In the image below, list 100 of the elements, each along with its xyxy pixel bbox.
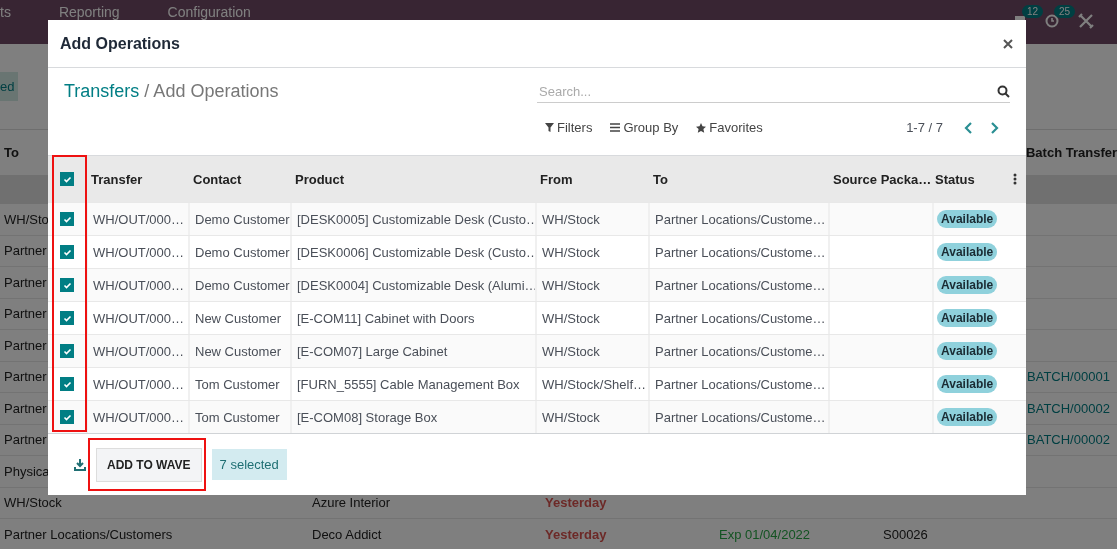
checkmark-icon (62, 412, 72, 422)
table-cell: Partner (4, 306, 47, 322)
checkmark-icon (62, 379, 72, 389)
filter-icon (545, 123, 554, 132)
table-cell: New Customer (195, 343, 281, 359)
checkbox[interactable] (60, 278, 74, 292)
status-badge: Available (937, 309, 998, 327)
checkbox[interactable] (60, 311, 74, 325)
selection-count: 7 selected (211, 449, 287, 480)
breadcrumb-link[interactable]: Transfers (64, 81, 140, 101)
table-cell: Partner Locations/Custome… (655, 343, 826, 359)
status-badge: Available (937, 276, 998, 294)
tools-icon[interactable] (1077, 12, 1095, 30)
column-header[interactable]: Source Packa… (833, 171, 932, 187)
table-cell: Deco Addict (312, 526, 382, 542)
search-field[interactable]: Search... (537, 83, 997, 99)
table-cell: Partner (4, 432, 47, 448)
pager-value: 1-7 / 7 (906, 120, 943, 135)
close-icon[interactable] (1003, 38, 1013, 49)
table-cell: [DESK0005] Customizable Desk (Custo… (297, 211, 535, 227)
filter-menu-button[interactable]: Filters (545, 118, 593, 137)
table-cell: WH/Stock (542, 277, 600, 293)
breadcrumb: Transfers / Add Operations (64, 81, 279, 101)
table-cell: [E-COM08] Storage Box (297, 409, 438, 425)
clock-icon[interactable] (1045, 14, 1059, 28)
table-cell: [DESK0004] Customizable Desk (Alumi… (297, 277, 535, 293)
table-cell: BATCH/00001 (1027, 369, 1110, 385)
menu-item[interactable]: ts (0, 4, 11, 20)
table-cell: WH/Stock (542, 211, 600, 227)
table-cell: WH/OUT/000… (93, 376, 184, 392)
checkmark-icon (62, 247, 72, 257)
column-header[interactable]: Product (295, 171, 345, 187)
table-cell: WH/OUT/000… (93, 343, 184, 359)
checkbox[interactable] (60, 172, 74, 186)
table-cell: BATCH/00002 (1027, 400, 1110, 416)
table-cell: BATCH/00002 (1027, 432, 1110, 448)
checkbox[interactable] (60, 245, 74, 259)
checkbox[interactable] (60, 344, 74, 358)
table-cell: Demo Customer (195, 211, 290, 227)
checkmark-icon (62, 280, 72, 290)
table-cell: Partner (4, 243, 47, 259)
table-cell: Partner Locations/Custome… (655, 376, 826, 392)
table-cell: WH/OUT/000… (93, 310, 184, 326)
table-cell: Partner (4, 400, 47, 416)
previous-icon[interactable] (963, 121, 973, 134)
table-cell: WH/Stock/Shelf… (542, 376, 647, 392)
column-header[interactable]: Transfer (91, 171, 143, 187)
status-badge: Available (937, 243, 998, 261)
table-cell: Partner (4, 369, 47, 385)
table-cell: WH/OUT/000… (93, 244, 184, 260)
table-cell: [DESK0006] Customizable Desk (Custo… (297, 244, 535, 260)
table-cell: WH/Stock (542, 409, 600, 425)
filter-menu-button[interactable]: Favorites (696, 118, 763, 137)
next-icon[interactable] (990, 121, 1000, 134)
table-cell: Demo Customer (195, 277, 290, 293)
filter-menu-button[interactable]: Group By (610, 118, 679, 137)
menu-item[interactable]: Configuration (167, 4, 251, 20)
table-cell: Partner Locations/Custome… (655, 211, 826, 227)
table-cell: Partner (4, 337, 47, 353)
table-cell: New Customer (195, 310, 281, 326)
table-cell: [E-COM11] Cabinet with Doors (297, 310, 475, 326)
checkmark-icon (62, 214, 72, 224)
table-cell: [E-COM07] Large Cabinet (297, 343, 448, 359)
add-to-wave-button[interactable]: ADD TO WAVE (96, 447, 202, 482)
table-cell: Partner Locations/Custome… (655, 409, 826, 425)
column-header[interactable]: To (653, 171, 668, 187)
column-header[interactable]: From (540, 171, 573, 187)
checkbox[interactable] (60, 377, 74, 391)
table-cell: Yesterday (545, 526, 607, 542)
menu-item[interactable]: Reporting (58, 4, 120, 20)
table-cell: Demo Customer (195, 244, 290, 260)
table-cell: Partner Locations/Custome… (655, 310, 826, 326)
column-header[interactable]: Batch Transfer (1025, 145, 1117, 160)
checkmark-icon (62, 346, 72, 356)
dialog-title: Add Operations (60, 34, 180, 53)
column-header[interactable]: Contact (193, 171, 242, 187)
checkbox[interactable] (60, 212, 74, 226)
table-cell: WH/OUT/000… (93, 211, 184, 227)
status-badge: Available (937, 210, 998, 228)
menu-icon (610, 123, 621, 132)
notification-badge: 12 (1022, 5, 1044, 18)
notification-badge: 25 (1054, 5, 1076, 18)
table-cell: WH/Stock (542, 310, 600, 326)
column-header[interactable]: Status (935, 171, 975, 187)
table-cell: [FURN_5555] Cable Management Box (297, 376, 520, 392)
search-icon[interactable] (997, 84, 1010, 98)
table-cell: Physica (4, 463, 50, 479)
checkmark-icon (62, 174, 72, 184)
table-cell: Exp 01/04/2022 (719, 526, 811, 542)
table-cell: WH/OUT/000… (93, 409, 184, 425)
table-cell: Partner Locations/Customers (4, 526, 173, 542)
table-cell: Partner Locations/Custome… (655, 244, 826, 260)
table-cell: WH/Sto (4, 211, 49, 227)
table-cell: WH/Stock (542, 343, 600, 359)
kebab-menu-icon[interactable] (1012, 173, 1017, 185)
checkbox[interactable] (60, 410, 74, 424)
download-icon[interactable] (74, 458, 86, 471)
status-badge: Available (937, 342, 998, 360)
table-cell: WH/OUT/000… (93, 277, 184, 293)
table-cell: WH/Stock (4, 495, 62, 511)
